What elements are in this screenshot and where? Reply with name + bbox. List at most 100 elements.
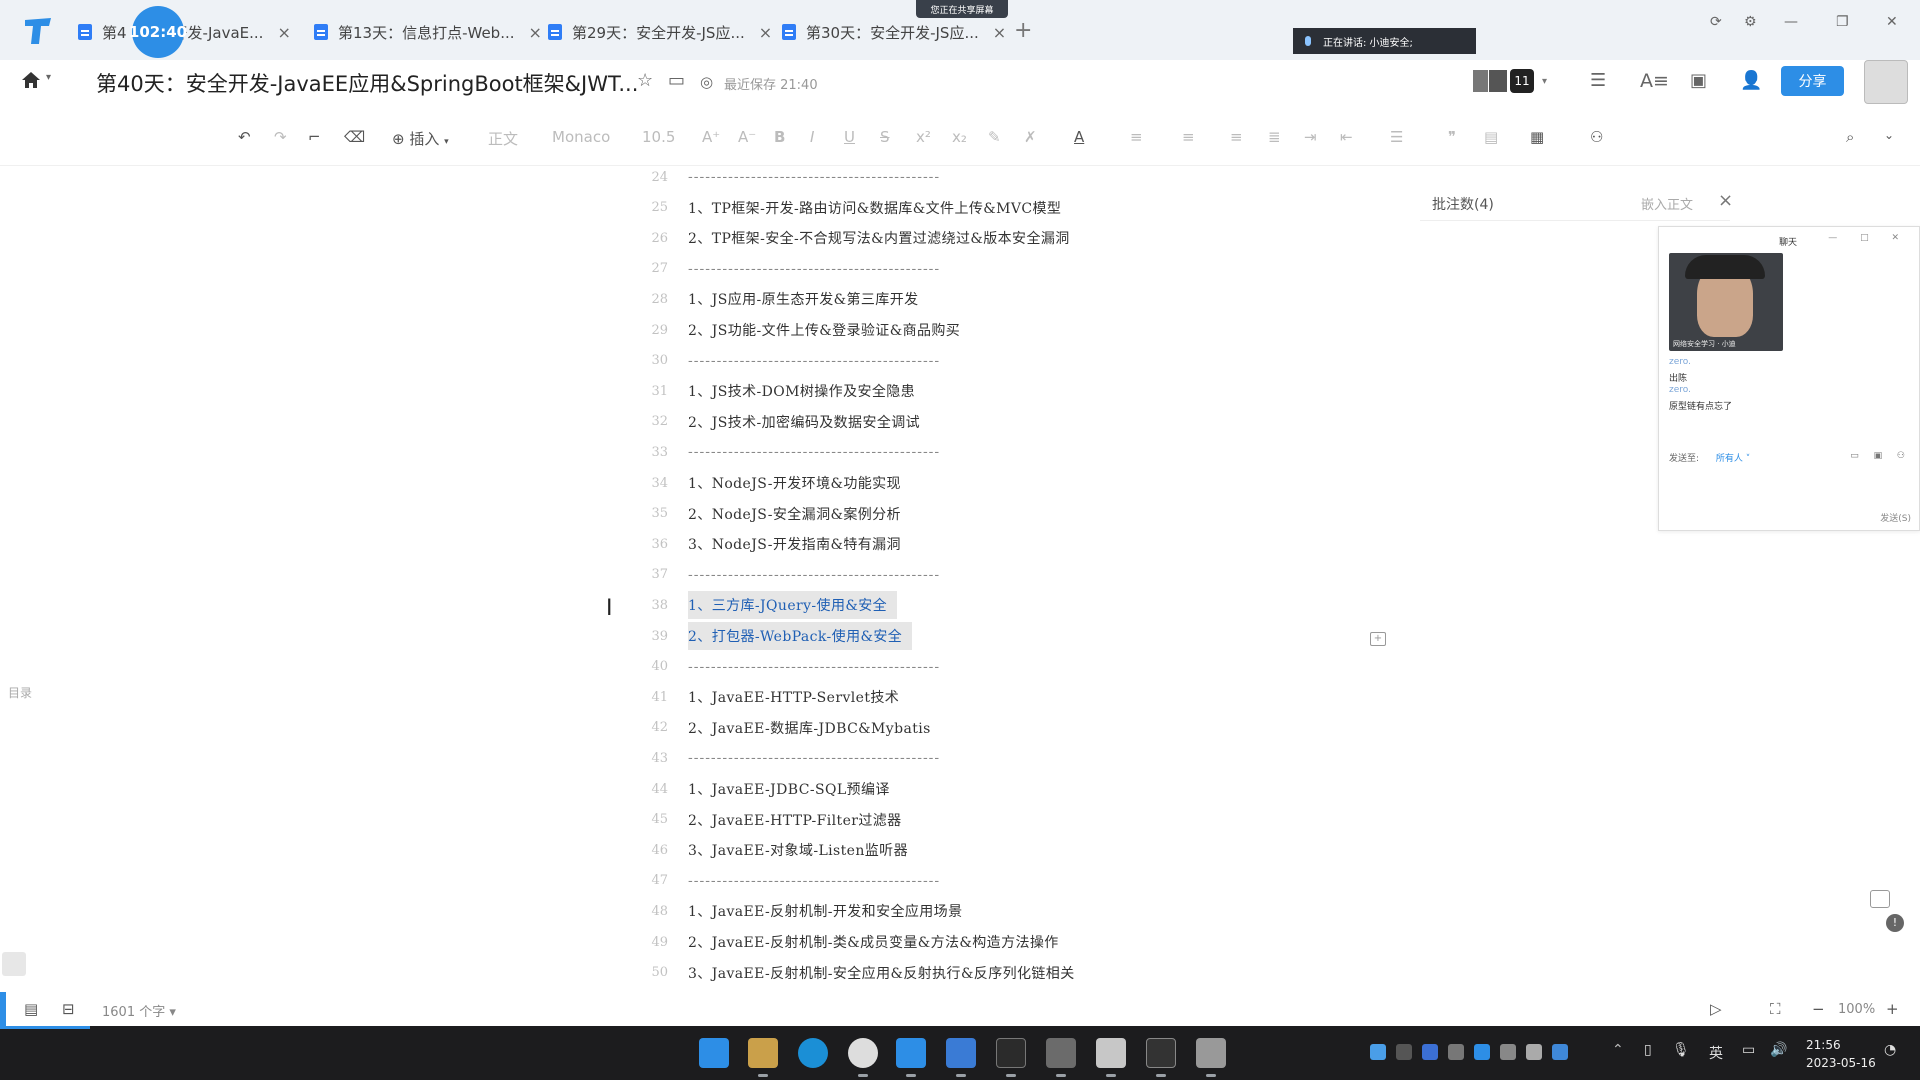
line-text[interactable]: 3、NodeJS-开发指南&特有漏洞 bbox=[688, 534, 901, 554]
line-text[interactable]: 1、JS应用-原生态开发&第三库开发 bbox=[688, 289, 919, 309]
font-color-icon[interactable]: A bbox=[1074, 128, 1084, 146]
document-line[interactable]: 30 --------------------------------------… bbox=[620, 346, 940, 376]
line-text[interactable]: 2、JavaEE-数据库-JDBC&Mybatis bbox=[688, 718, 931, 738]
help-icon[interactable]: ! bbox=[1886, 914, 1904, 932]
line-text[interactable]: 2、NodeJS-安全漏洞&案例分析 bbox=[688, 504, 901, 524]
line-text[interactable]: 3、JavaEE-对象域-Listen监听器 bbox=[688, 840, 908, 860]
document-line[interactable]: 35 2、NodeJS-安全漏洞&案例分析 bbox=[620, 499, 901, 529]
edge-icon[interactable] bbox=[798, 1038, 828, 1068]
align-left-icon[interactable]: ≡ bbox=[1130, 128, 1143, 146]
collaborator-icon[interactable]: 👤 bbox=[1740, 70, 1762, 92]
input-language[interactable]: 英 bbox=[1709, 1043, 1723, 1063]
eraser-icon[interactable]: ⌫ bbox=[344, 128, 365, 146]
tab-doc-13[interactable]: 第13天：信息打点-Web... × bbox=[314, 14, 542, 50]
menu-icon[interactable]: ☰ bbox=[1590, 70, 1612, 92]
document-body[interactable]: 24 --------------------------------------… bbox=[0, 166, 1920, 1006]
document-title[interactable]: 第40天：安全开发-JavaEE应用&SpringBoot框架&JWT... bbox=[96, 68, 638, 98]
document-line[interactable]: 40 --------------------------------------… bbox=[620, 652, 940, 682]
italic-icon[interactable]: I bbox=[810, 128, 814, 146]
font-size-icon[interactable]: A≡ bbox=[1640, 70, 1669, 92]
editor-icon[interactable] bbox=[1046, 1038, 1076, 1068]
underline-icon[interactable]: U bbox=[844, 128, 855, 146]
file-explorer-icon[interactable] bbox=[748, 1038, 778, 1068]
present-icon[interactable]: ▣ bbox=[1690, 70, 1712, 92]
document-line[interactable]: 48 1、JavaEE-反射机制-开发和安全应用场景 bbox=[620, 896, 962, 926]
line-text[interactable]: ----------------------------------------… bbox=[688, 444, 940, 460]
line-text[interactable]: 2、JS功能-文件上传&登录验证&商品购买 bbox=[688, 320, 960, 340]
document-line[interactable]: 24 --------------------------------------… bbox=[620, 162, 940, 192]
minimize-icon[interactable]: — bbox=[1784, 14, 1798, 30]
line-text[interactable]: 1、三方库-JQuery-使用&安全 bbox=[688, 591, 898, 620]
tab-doc-30[interactable]: 第30天：安全开发-JS应... × bbox=[782, 14, 1006, 50]
line-text[interactable]: 1、NodeJS-开发环境&功能实现 bbox=[688, 473, 901, 493]
word-count[interactable]: 1601 个字 ▾ bbox=[102, 1001, 176, 1020]
new-tab-button[interactable]: + bbox=[1014, 18, 1032, 43]
insert-menu[interactable]: ⊕ 插入 ▾ bbox=[392, 128, 449, 149]
tray-docs-icon[interactable] bbox=[1474, 1044, 1490, 1060]
close-icon[interactable]: × bbox=[759, 23, 772, 42]
font-select[interactable]: Monaco bbox=[552, 128, 610, 146]
share-button[interactable]: 分享 bbox=[1781, 66, 1844, 96]
refresh-icon[interactable]: ⟳ bbox=[1710, 14, 1722, 30]
line-text[interactable]: 1、JavaEE-反射机制-开发和安全应用场景 bbox=[688, 901, 962, 921]
user-avatar[interactable] bbox=[1864, 60, 1908, 104]
search-icon[interactable]: ⌕ bbox=[1846, 128, 1854, 146]
docs-app-icon[interactable] bbox=[896, 1038, 926, 1068]
document-line[interactable]: 37 --------------------------------------… bbox=[620, 560, 940, 590]
document-line[interactable]: 31 1、JS技术-DOM树操作及安全隐患 bbox=[620, 376, 915, 406]
close-icon[interactable]: × bbox=[993, 23, 1006, 42]
network-icon[interactable]: ▭ bbox=[1742, 1042, 1755, 1058]
document-line[interactable]: 33 --------------------------------------… bbox=[620, 437, 940, 467]
table-icon[interactable]: ▦ bbox=[1530, 128, 1544, 146]
terminal-icon[interactable] bbox=[1146, 1038, 1176, 1068]
outline-icon[interactable]: ▤ bbox=[24, 1000, 38, 1018]
line-text[interactable]: ----------------------------------------… bbox=[688, 567, 940, 583]
collaborator-avatars[interactable]: 11 ▾ bbox=[1472, 68, 1547, 94]
document-line[interactable]: 32 2、JS技术-加密编码及数据安全调试 bbox=[620, 407, 920, 437]
line-text[interactable]: 1、JavaEE-HTTP-Servlet技术 bbox=[688, 687, 899, 707]
zoom-out-button[interactable]: − bbox=[1812, 1000, 1825, 1018]
outdent-icon[interactable]: ⇤ bbox=[1340, 128, 1353, 146]
panel-toggle-button[interactable] bbox=[2, 952, 26, 976]
plugin-icon[interactable]: ⚇ bbox=[1590, 128, 1603, 146]
embed-in-body-button[interactable]: 嵌入正文 bbox=[1641, 194, 1693, 213]
subscript-icon[interactable]: x₂ bbox=[952, 128, 967, 146]
redo-icon[interactable]: ↷ bbox=[274, 128, 287, 146]
line-text[interactable]: ----------------------------------------… bbox=[688, 873, 940, 889]
line-text[interactable]: ----------------------------------------… bbox=[688, 261, 940, 277]
line-text[interactable]: ----------------------------------------… bbox=[688, 169, 940, 185]
document-line[interactable]: 43 --------------------------------------… bbox=[620, 743, 940, 773]
tab-doc-29[interactable]: 第29天：安全开发-JS应... × bbox=[548, 14, 772, 50]
ide-icon[interactable] bbox=[996, 1038, 1026, 1068]
justify-icon[interactable]: ≣ bbox=[1268, 128, 1281, 146]
battery-icon[interactable]: ▯ bbox=[1644, 1042, 1652, 1058]
bold-icon[interactable]: B bbox=[774, 128, 785, 146]
document-line[interactable]: 27 --------------------------------------… bbox=[620, 254, 940, 284]
comments-count[interactable]: 批注数(4) bbox=[1432, 194, 1494, 214]
tray-monitor-icon[interactable] bbox=[1526, 1044, 1542, 1060]
chrome-icon[interactable] bbox=[848, 1038, 878, 1068]
line-text[interactable]: 3、JavaEE-反射机制-安全应用&反射执行&反序列化链相关 bbox=[688, 963, 1075, 983]
page-icon[interactable]: ⊟ bbox=[62, 1000, 75, 1018]
zoom-level[interactable]: 100% bbox=[1838, 1002, 1875, 1017]
format-painter-icon[interactable]: ⌐ bbox=[308, 128, 321, 146]
document-line[interactable]: 39 2、打包器-WebPack-使用&安全 bbox=[620, 621, 913, 651]
code-block-icon[interactable]: ▤ bbox=[1484, 128, 1498, 146]
chat-window-controls[interactable]: — □ ✕ bbox=[1828, 233, 1909, 243]
decrease-font-icon[interactable]: A⁻ bbox=[738, 128, 756, 146]
folder-icon[interactable]: ▭ bbox=[668, 70, 690, 92]
document-line[interactable]: 36 3、NodeJS-开发指南&特有漏洞 bbox=[620, 529, 901, 559]
font-size-select[interactable]: 10.5 bbox=[642, 128, 675, 146]
tray-camera-icon[interactable] bbox=[1396, 1044, 1412, 1060]
align-center-icon[interactable]: ≡ bbox=[1182, 128, 1195, 146]
document-line[interactable]: 49 2、JavaEE-反射机制-类&成员变量&方法&构造方法操作 bbox=[620, 927, 1059, 957]
window-close-icon[interactable]: ✕ bbox=[1886, 14, 1898, 30]
chat-tool-icons[interactable]: ▭ ▣ ⚇ bbox=[1850, 451, 1911, 461]
zoom-in-button[interactable]: + bbox=[1886, 1000, 1899, 1018]
document-line[interactable]: 25 1、TP框架-开发-路由访问&数据库&文件上传&MVC模型 bbox=[620, 193, 1061, 223]
tool-app-icon[interactable] bbox=[1196, 1038, 1226, 1068]
line-text[interactable]: 2、JavaEE-HTTP-Filter过滤器 bbox=[688, 810, 902, 830]
tray-network-tool-icon[interactable] bbox=[1448, 1044, 1464, 1060]
line-text[interactable]: 1、JS技术-DOM树操作及安全隐患 bbox=[688, 381, 915, 401]
indent-icon[interactable]: ⇥ bbox=[1304, 128, 1317, 146]
